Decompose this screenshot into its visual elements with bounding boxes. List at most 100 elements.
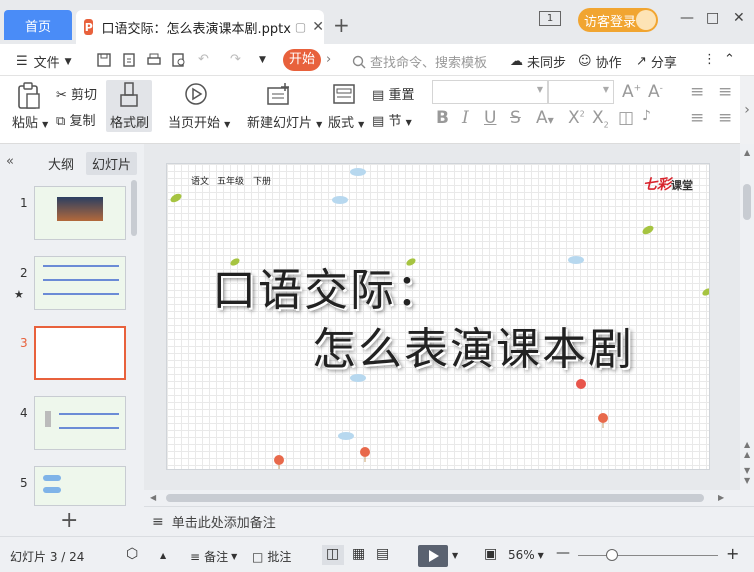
brush-icon[interactable] — [118, 82, 140, 108]
panel-scrollbar[interactable] — [131, 180, 137, 236]
new-tab-plus-icon[interactable]: + — [333, 13, 350, 37]
align-left-icon[interactable]: ≡ — [690, 108, 704, 128]
maximize-icon[interactable]: □ — [706, 10, 719, 26]
from-current-label: 当页开始 — [168, 116, 221, 131]
collapse-panel-icon[interactable]: « — [6, 154, 14, 169]
add-slide-plus-icon[interactable]: + — [60, 508, 78, 533]
format-painter-button[interactable]: 格式刷 — [110, 112, 149, 131]
tab-start[interactable]: 开始 — [283, 49, 321, 71]
subscript-icon[interactable]: X2 — [592, 108, 609, 129]
zoom-select[interactable]: 56% ▼ — [508, 548, 544, 562]
ribbon-scroll-right-icon[interactable]: › — [740, 76, 754, 144]
close-tab-icon[interactable]: ✕ — [312, 19, 324, 35]
scroll-right-icon[interactable]: ▶ — [718, 493, 724, 502]
play-from-current-button[interactable]: 当页开始 ▼ — [168, 112, 230, 131]
collapse-ribbon-icon[interactable]: ⌃ — [724, 52, 735, 67]
zoom-in-icon[interactable]: + — [726, 544, 739, 563]
crumb-grade: 五年级 — [217, 177, 245, 187]
redo-icon[interactable]: ↷ — [230, 52, 241, 67]
underline-icon[interactable]: U — [484, 108, 496, 128]
next-slide-icon[interactable]: ▼ ▼ — [744, 466, 750, 486]
sync-label: 未同步 — [527, 56, 567, 71]
vertical-scrollbar[interactable]: ▲ ▲ ▲ ▼ ▼ — [740, 144, 754, 490]
slide-title-line-2[interactable]: 怎么表演课本剧 — [312, 313, 634, 377]
zoom-slider-track[interactable] — [578, 555, 718, 556]
clear-format-icon[interactable]: ◫ — [618, 108, 634, 128]
comments-button[interactable]: □ 批注 — [252, 548, 291, 565]
save-icon[interactable] — [96, 52, 112, 68]
font-family-select[interactable]: ▼ — [432, 80, 548, 104]
share-button[interactable]: ↗ 分享 — [636, 52, 677, 71]
tab-slides[interactable]: 幻灯片 — [86, 152, 138, 175]
lollipop-icon — [360, 447, 370, 462]
scrollbar-thumb[interactable] — [743, 184, 751, 220]
chevron-down-icon: ▼ — [42, 120, 49, 129]
notes-placeholder: 单击此处添加备注 — [171, 516, 276, 531]
font-size-select[interactable]: ▼ — [548, 80, 614, 104]
new-slide-button[interactable]: 新建幻灯片 ▼ — [247, 112, 322, 131]
guest-login-button[interactable]: 访客登录 — [578, 8, 658, 32]
cloud-icon — [350, 168, 366, 176]
normal-view-icon[interactable]: ◫ — [326, 546, 339, 562]
tab-document[interactable]: P 口语交际：怎么表演课本剧.pptx ▢ ✕ — [76, 10, 324, 44]
new-slide-icon[interactable] — [266, 82, 292, 106]
command-search[interactable]: 查找命令、搜索模板 — [352, 52, 487, 71]
phonetic-guide-icon[interactable]: ♪ — [642, 108, 651, 124]
slideshow-play-button[interactable] — [418, 545, 448, 567]
expand-up-icon[interactable]: ▲ — [160, 551, 166, 560]
minimize-icon[interactable]: — — [680, 10, 694, 26]
current-slide[interactable]: 语文 五年级 下册 七彩课堂 口语交际： 怎么表演课本剧 — [166, 163, 710, 470]
copy-button[interactable]: ⧉ 复制 — [56, 110, 95, 129]
undo-icon[interactable]: ↶ — [198, 52, 209, 67]
strikethrough-icon[interactable]: S — [510, 108, 521, 128]
bullet-list-icon[interactable]: ≡ — [690, 82, 704, 102]
cube-icon[interactable]: ⬡ — [126, 546, 138, 562]
print-icon[interactable] — [146, 52, 162, 68]
slideshow-dropdown-icon[interactable]: ▼ — [452, 551, 458, 560]
cut-button[interactable]: ✂ 剪切 — [56, 84, 97, 103]
increase-font-icon[interactable]: A+ — [622, 82, 641, 102]
fit-to-window-icon[interactable]: ▣ — [484, 546, 497, 562]
scrollbar-thumb[interactable] — [166, 494, 704, 502]
zoom-slider-handle[interactable] — [606, 549, 618, 561]
horizontal-scrollbar[interactable]: ◀ ▶ — [144, 490, 754, 506]
notes-pane[interactable]: ≡ 单击此处添加备注 — [144, 506, 754, 536]
layout-icon[interactable] — [332, 82, 356, 106]
slide-title-line-1[interactable]: 口语交际： — [212, 254, 442, 318]
tab-home[interactable]: 首页 — [4, 10, 72, 40]
monitor-icon[interactable]: ▢ — [295, 20, 306, 34]
reading-view-icon[interactable]: ▤ — [376, 546, 389, 562]
chevron-down-icon: ▼ — [536, 85, 543, 94]
align-center-icon[interactable]: ≡ — [718, 108, 732, 128]
paste-icon[interactable] — [16, 82, 42, 110]
italic-icon[interactable]: I — [462, 108, 469, 128]
paste-button[interactable]: 粘贴 ▼ — [12, 112, 48, 131]
zoom-out-icon[interactable]: — — [556, 545, 570, 561]
window-count-badge[interactable]: 1 — [539, 11, 561, 26]
numbered-list-icon[interactable]: ≡ — [718, 82, 732, 102]
star-icon: ★ — [14, 288, 24, 301]
close-window-icon[interactable]: ✕ — [733, 10, 745, 26]
tab-outline[interactable]: 大纲 — [48, 154, 74, 173]
slide-sorter-icon[interactable]: ▦ — [352, 546, 365, 562]
file-menu[interactable]: ☰ 文件 ▼ — [16, 52, 72, 71]
play-icon[interactable] — [184, 82, 208, 106]
export-pdf-icon[interactable] — [121, 52, 137, 68]
more-tabs-chevron-icon[interactable]: › — [326, 52, 331, 67]
sync-button[interactable]: ☁ 未同步 — [510, 52, 566, 71]
superscript-icon[interactable]: X2 — [568, 108, 585, 128]
layout-button[interactable]: 版式 ▼ — [328, 112, 364, 131]
prev-slide-icon[interactable]: ▲ ▲ — [744, 440, 750, 460]
font-color-icon[interactable]: A▼ — [536, 108, 554, 128]
print-preview-icon[interactable] — [171, 52, 187, 68]
more-options-icon[interactable]: ⋮ — [703, 52, 716, 67]
scroll-left-icon[interactable]: ◀ — [150, 493, 156, 502]
quick-access-dropdown-icon[interactable]: ▼ — [259, 55, 266, 65]
notes-button[interactable]: ≡ 备注 ▼ — [190, 548, 237, 565]
decrease-font-icon[interactable]: A- — [648, 82, 663, 102]
scroll-up-icon[interactable]: ▲ — [744, 148, 750, 157]
reset-button[interactable]: ▤ 重置 — [372, 84, 414, 103]
bold-icon[interactable]: B — [436, 108, 449, 128]
section-button[interactable]: ▤ 节 ▼ — [372, 110, 412, 129]
collaborate-button[interactable]: ☺ 协作 — [578, 52, 622, 71]
